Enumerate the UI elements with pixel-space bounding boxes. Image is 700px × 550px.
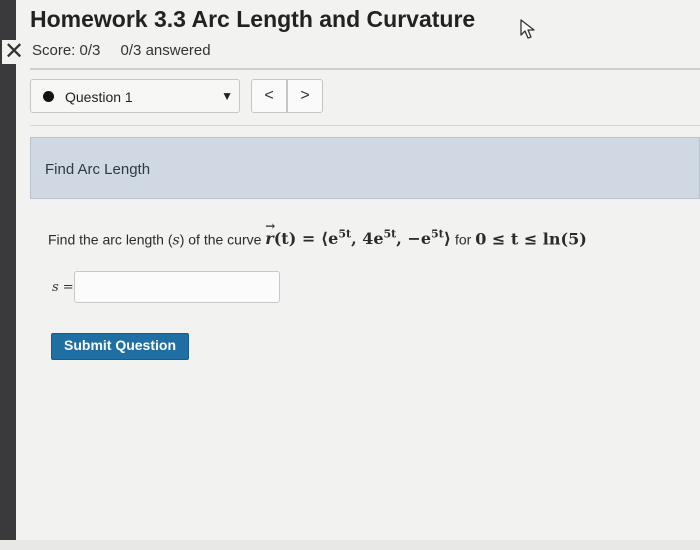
score-row: Score: 0/3 0/3 answered — [32, 42, 227, 59]
submit-question-button[interactable]: Submit Question — [51, 333, 189, 360]
left-edge-strip — [0, 0, 16, 550]
previous-question-button[interactable]: < — [251, 79, 287, 113]
question-mid: ) of the curve — [179, 231, 266, 248]
mouse-pointer-icon — [520, 19, 535, 39]
score-text: Score: 0/3 — [32, 42, 101, 59]
section-divider — [30, 125, 700, 126]
question-text: Find the arc length (s) of the curve → r(… — [48, 219, 587, 249]
panel-title: Find Arc Length — [45, 161, 151, 178]
chevron-down-icon: ▼ — [221, 89, 233, 103]
question-info-panel: Find Arc Length — [30, 137, 700, 199]
question-for: for — [451, 231, 476, 248]
answered-count: 0/3 answered — [120, 42, 211, 59]
question-selector-label: Question 1 — [65, 89, 133, 105]
page-title: Homework 3.3 Arc Length and Curvature — [30, 6, 476, 32]
bottom-strip — [0, 540, 700, 550]
question-range: 0 ≤ t ≤ ln(5) — [475, 229, 587, 249]
question-s-variable: s — [172, 232, 180, 249]
question-prefix: Find the arc length ( — [48, 231, 173, 248]
question-formula: → r(t) = ⟨e5t, 4e5t, −e5t⟩ — [265, 219, 452, 249]
header-divider — [30, 68, 700, 70]
answer-label: s = — [52, 280, 74, 295]
question-status-dot — [43, 91, 54, 102]
page-header: Homework 3.3 Arc Length and Curvature — [30, 6, 475, 33]
answer-input[interactable] — [74, 271, 280, 303]
close-icon[interactable]: ✕ — [2, 40, 26, 64]
next-question-button[interactable]: > — [287, 79, 323, 113]
question-selector[interactable]: Question 1 ▼ — [30, 79, 240, 113]
